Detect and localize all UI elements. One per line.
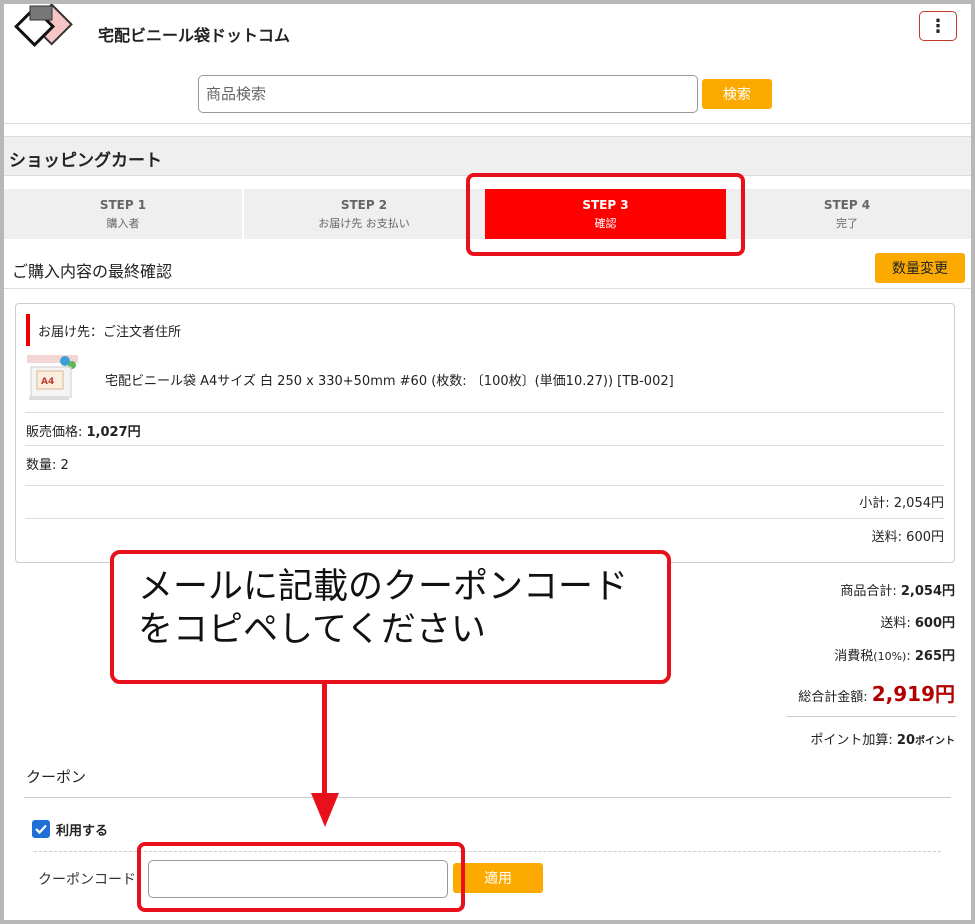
svg-text:A4: A4 xyxy=(41,377,54,387)
step-subtitle: 完了 xyxy=(836,216,858,230)
sale-price: 販売価格: 1,027円 xyxy=(26,421,141,440)
arrow-down-icon xyxy=(311,793,339,827)
section-title: ご購入内容の最終確認 xyxy=(12,262,173,281)
sale-price-value: 1,027円 xyxy=(86,425,141,440)
coupon-input-highlight xyxy=(137,842,465,912)
divider xyxy=(4,288,971,289)
step-title: STEP 1 xyxy=(99,197,147,212)
destination-label: お届け先：ご注文者住所 xyxy=(26,314,181,346)
items-total-label: 商品合計: xyxy=(840,584,901,599)
coupon-title: クーポン xyxy=(26,768,87,786)
use-coupon-label[interactable]: 利用する xyxy=(56,820,108,839)
panel-shipping: 送料: 600円 xyxy=(871,530,944,545)
change-quantity-button[interactable]: 数量変更 xyxy=(875,253,965,283)
product-name: 宅配ビニール袋 A4サイズ 白 250 x 330+50mm #60 (枚数: … xyxy=(105,374,674,389)
page-title: ショッピングカート xyxy=(9,151,162,171)
tax-label: 消費税 xyxy=(834,649,874,664)
apply-coupon-button[interactable]: 適用 xyxy=(453,863,543,893)
step-subtitle: お届け先 お支払い xyxy=(318,216,410,230)
coupon-code-label: クーポンコード xyxy=(38,872,136,888)
arrow-shaft xyxy=(322,684,327,796)
instruction-callout: メールに記載のクーポンコード をコピペしてください xyxy=(110,550,671,684)
items-total: 商品合計: 2,054円 xyxy=(840,580,955,599)
search-input[interactable] xyxy=(198,75,698,113)
divider xyxy=(24,797,951,798)
site-title[interactable]: 宅配ビニール袋ドットコム xyxy=(98,22,290,46)
callout-line-1: メールに記載のクーポンコード xyxy=(138,567,629,607)
divider xyxy=(4,123,971,124)
grand-total: 総合計金額: 2,919円 xyxy=(798,678,955,707)
callout-line-2: をコピペしてください xyxy=(138,610,486,650)
divider xyxy=(25,485,944,486)
tax-total: 消費税(10%): 265円 xyxy=(834,645,955,664)
shipping-total-value: 600円 xyxy=(914,616,955,631)
tax-rate: (10%) xyxy=(873,650,907,663)
use-coupon-checkbox[interactable] xyxy=(32,820,50,838)
points-unit: ポイント xyxy=(915,736,955,747)
step-subtitle: 購入者 xyxy=(106,216,140,230)
step3-highlight xyxy=(466,173,745,256)
step-2: STEP 2 お届け先 お支払い xyxy=(244,189,484,239)
points-label: ポイント加算: xyxy=(810,733,897,748)
shipping-total: 送料: 600円 xyxy=(880,612,955,631)
menu-button[interactable]: ⋮ xyxy=(919,11,957,41)
divider xyxy=(25,412,944,413)
points-value: 20 xyxy=(896,733,915,748)
grand-total-label: 総合計金額: xyxy=(798,690,872,705)
tax-sep: : xyxy=(906,649,915,664)
step-title: STEP 2 xyxy=(340,197,388,212)
items-total-value: 2,054円 xyxy=(900,584,955,599)
destination-text: お届け先：ご注文者住所 xyxy=(38,324,182,340)
divider xyxy=(786,716,956,717)
divider xyxy=(25,445,944,446)
step-title: STEP 4 xyxy=(823,197,871,212)
more-vertical-icon: ⋮ xyxy=(929,15,947,37)
checkmark-icon xyxy=(35,824,47,835)
subtotal: 小計: 2,054円 xyxy=(859,496,944,511)
sale-price-label: 販売価格: xyxy=(26,425,87,440)
product-thumbnail: A4 xyxy=(25,353,80,403)
shipping-total-label: 送料: xyxy=(880,616,915,631)
grand-total-value: 2,919円 xyxy=(871,682,955,706)
quantity: 数量: 2 xyxy=(26,458,69,473)
tax-value: 265円 xyxy=(914,649,955,664)
site-logo[interactable] xyxy=(6,4,82,56)
search-button[interactable]: 検索 xyxy=(702,79,772,109)
points-earned: ポイント加算: 20ポイント xyxy=(810,729,955,748)
step-4: STEP 4 完了 xyxy=(727,189,967,239)
divider xyxy=(25,518,944,519)
step-1: STEP 1 購入者 xyxy=(4,189,242,239)
